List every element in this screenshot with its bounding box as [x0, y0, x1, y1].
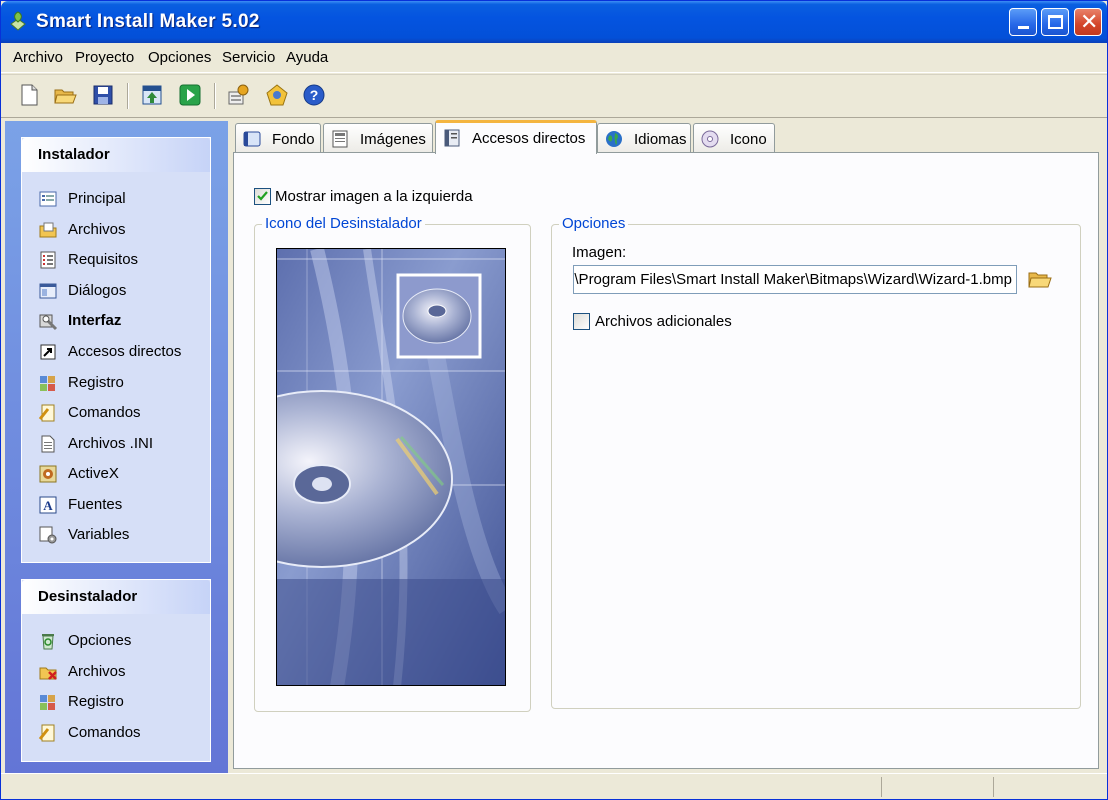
cd-icon	[701, 130, 719, 148]
menu-opciones[interactable]: Opciones	[148, 49, 211, 66]
uninstaller-group-title[interactable]: Desinstalador	[22, 580, 210, 614]
tab-idiomas[interactable]: Idiomas	[597, 123, 691, 153]
checkmark-icon	[257, 191, 268, 201]
dialog-window-icon	[39, 283, 57, 299]
globe-icon	[606, 131, 622, 147]
recycle-bin-icon	[42, 634, 54, 650]
window-title: Smart Install Maker 5.02	[36, 11, 260, 32]
menu-proyecto[interactable]: Proyecto	[75, 49, 134, 66]
status-pane	[993, 777, 1105, 797]
minimize-button[interactable]	[1009, 8, 1037, 36]
menu-ayuda[interactable]: Ayuda	[286, 49, 328, 66]
folder-icon	[39, 222, 57, 238]
uninstaller-group: Desinstalador Opciones Archivos Registro…	[21, 579, 211, 762]
delete-files-icon	[39, 667, 57, 680]
sidebar-item-accesos-directos[interactable]: Accesos directos	[38, 341, 208, 363]
registry-icon	[40, 695, 55, 710]
menu-archivo[interactable]: Archivo	[13, 49, 63, 66]
toolbar-separator	[214, 83, 216, 109]
toolbar-separator	[127, 83, 129, 109]
sidebar-item-fuentes[interactable]: A Fuentes	[38, 494, 208, 516]
run-icon[interactable]	[178, 83, 202, 107]
build-icon[interactable]	[140, 83, 164, 107]
installer-group-title[interactable]: Instalador	[22, 138, 210, 172]
sidebar-item-interfaz[interactable]: Interfaz	[38, 310, 208, 332]
registry-icon	[40, 376, 55, 391]
commands-icon	[38, 724, 55, 742]
sidebar-item-uninstall-registro[interactable]: Registro	[38, 691, 208, 713]
ini-file-icon	[41, 435, 55, 453]
toolbar: ?	[1, 74, 1107, 118]
tab-imagenes[interactable]: Imágenes	[323, 123, 433, 153]
sidebar-item-dialogos[interactable]: Diálogos	[38, 280, 208, 302]
app-window: Smart Install Maker 5.02 ✕ Archivo Proye…	[0, 0, 1108, 800]
uninstaller-group-body: Opciones Archivos Registro Comandos	[22, 614, 210, 761]
web-icon[interactable]	[265, 83, 289, 107]
sidebar-item-archivos-ini[interactable]: Archivos .INI	[38, 433, 208, 455]
tab-accesos-directos[interactable]: Accesos directos	[435, 120, 597, 154]
menu-bar: Archivo Proyecto Opciones Servicio Ayuda	[1, 43, 1107, 73]
sidebar: Instalador Principal Archivos Requisitos…	[5, 121, 228, 773]
activex-icon	[39, 465, 57, 483]
maximize-icon	[1048, 15, 1063, 29]
sidebar-item-uninstall-comandos[interactable]: Comandos	[38, 722, 208, 744]
commands-icon	[38, 404, 55, 422]
maximize-button[interactable]	[1041, 8, 1069, 36]
sidebar-item-requisitos[interactable]: Requisitos	[38, 249, 208, 271]
shortcut-icon	[40, 344, 56, 360]
image-path-input[interactable]: \Program Files\Smart Install Maker\Bitma…	[573, 265, 1017, 294]
sidebar-item-uninstall-opciones[interactable]: Opciones	[38, 630, 208, 652]
sidebar-item-activex[interactable]: ActiveX	[38, 463, 208, 485]
status-bar	[1, 773, 1107, 799]
app-icon	[10, 11, 26, 31]
svg-text:A: A	[43, 498, 53, 513]
menu-servicio[interactable]: Servicio	[222, 49, 275, 66]
installer-group-body: Principal Archivos Requisitos Diálogos I…	[22, 172, 210, 562]
checklist-icon	[40, 251, 56, 269]
show-left-image-checkbox[interactable]	[254, 188, 271, 205]
new-file-icon[interactable]	[17, 83, 41, 107]
images-icon	[332, 130, 348, 148]
settings-icon[interactable]	[226, 83, 250, 107]
browse-folder-icon[interactable]	[1028, 269, 1052, 289]
background-icon	[243, 131, 261, 147]
sidebar-item-registro[interactable]: Registro	[38, 372, 208, 394]
sidebar-item-principal[interactable]: Principal	[38, 188, 208, 210]
close-icon: ✕	[1080, 9, 1099, 34]
status-pane	[881, 777, 991, 797]
sidebar-item-comandos[interactable]: Comandos	[38, 402, 208, 424]
sidebar-item-variables[interactable]: Variables	[38, 524, 208, 546]
minimize-icon	[1018, 26, 1029, 29]
font-icon: A	[39, 496, 57, 514]
open-folder-icon[interactable]	[53, 83, 77, 107]
title-bar[interactable]: Smart Install Maker 5.02 ✕	[1, 1, 1107, 43]
tab-icono[interactable]: Icono	[693, 123, 775, 153]
shortcuts-tab-icon	[444, 129, 460, 147]
installer-group: Instalador Principal Archivos Requisitos…	[21, 137, 211, 563]
additional-files-checkbox[interactable]	[573, 313, 590, 330]
tab-fondo[interactable]: Fondo	[235, 123, 321, 153]
sidebar-item-archivos[interactable]: Archivos	[38, 219, 208, 241]
svg-text:?: ?	[310, 87, 319, 103]
tab-page	[233, 152, 1099, 769]
interface-tools-icon	[39, 314, 58, 331]
close-button[interactable]: ✕	[1074, 8, 1102, 36]
save-icon[interactable]	[91, 83, 115, 107]
variables-icon	[39, 526, 57, 544]
image-path-value: \Program Files\Smart Install Maker\Bitma…	[574, 271, 1012, 288]
help-icon[interactable]: ?	[302, 83, 326, 107]
sidebar-item-uninstall-archivos[interactable]: Archivos	[38, 661, 208, 683]
list-icon	[39, 191, 57, 207]
